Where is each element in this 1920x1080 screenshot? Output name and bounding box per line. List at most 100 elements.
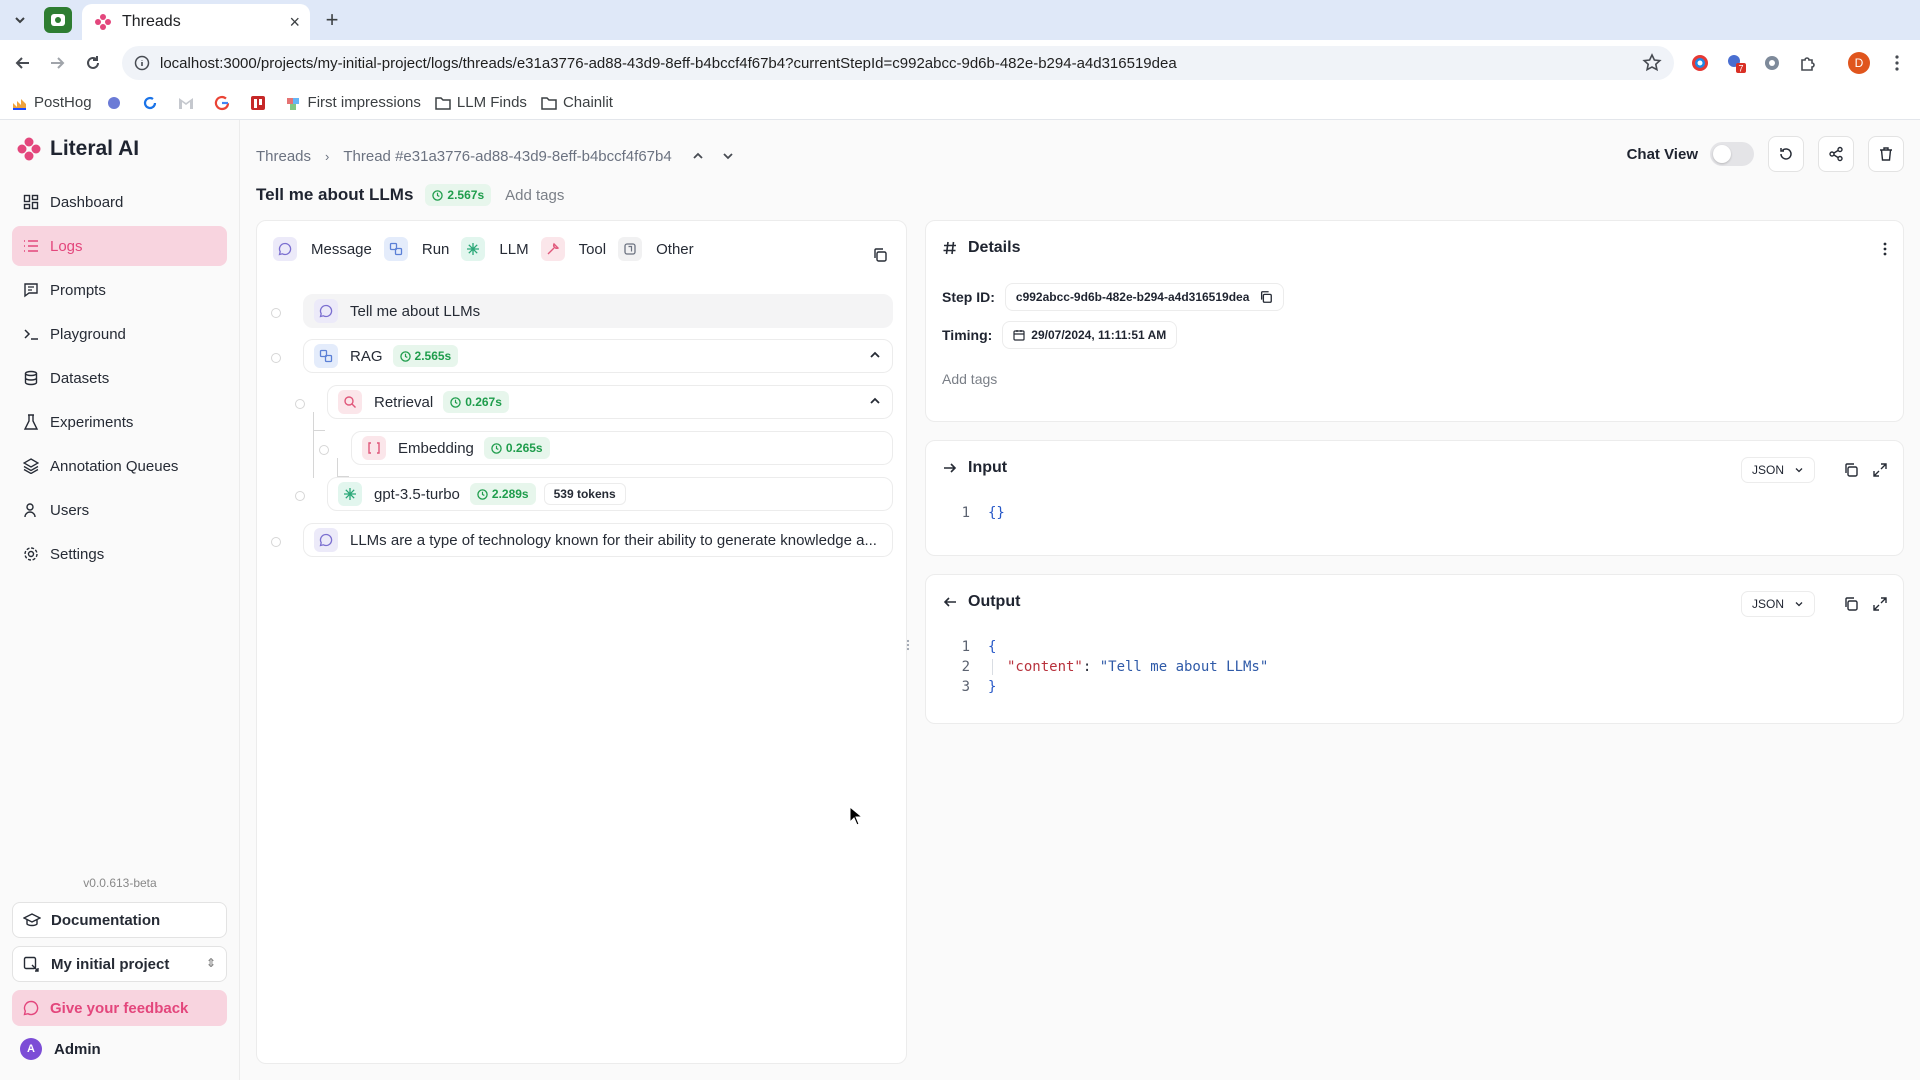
copy-icon[interactable] — [1259, 290, 1273, 304]
extension-badge-icon[interactable]: 7 — [1723, 50, 1749, 76]
back-button[interactable] — [8, 48, 38, 78]
bookmark-red[interactable] — [250, 95, 272, 111]
previous-thread-button[interactable] — [686, 144, 710, 168]
project-icon — [23, 955, 41, 973]
reload-button[interactable] — [78, 48, 108, 78]
output-code[interactable]: 1 { 2 "content": "Tell me about LLMs" 3 … — [942, 637, 1269, 697]
panel-resize-handle[interactable] — [905, 638, 911, 652]
user-name: Admin — [54, 1040, 101, 1058]
bookmark-llm-finds[interactable]: LLM Finds — [435, 94, 527, 111]
chevron-right-icon: › — [325, 148, 330, 164]
reload-icon — [87, 56, 99, 69]
posthog-icon — [12, 95, 28, 111]
next-thread-button[interactable] — [716, 144, 740, 168]
browser-tab-strip: Threads × + — [0, 0, 1920, 40]
details-card: Details Step ID: c992abcc-9d6b-482e-b294… — [925, 220, 1904, 422]
site-info-icon[interactable] — [134, 55, 150, 71]
step-dot — [271, 537, 281, 547]
documentation-button[interactable]: Documentation — [12, 902, 227, 938]
nav-item-prompts[interactable]: Prompts — [12, 270, 227, 310]
nav-item-logs[interactable]: Logs — [12, 226, 227, 266]
chevron-up-icon[interactable] — [868, 348, 882, 366]
main-nav: Dashboard Logs Prompts Playground Datase… — [12, 182, 227, 578]
more-options-icon[interactable] — [1883, 241, 1887, 262]
bookmark-app-1[interactable] — [106, 95, 128, 111]
user-menu[interactable]: A Admin — [20, 1038, 101, 1060]
input-format-select[interactable]: JSON — [1740, 457, 1815, 483]
bookmark-chainlit[interactable]: Chainlit — [541, 94, 613, 111]
feedback-button[interactable]: Give your feedback — [12, 990, 227, 1026]
forward-button[interactable] — [42, 48, 72, 78]
filter-other[interactable]: Other — [618, 237, 694, 261]
tree-step-message[interactable]: LLMs are a type of technology known for … — [303, 523, 893, 557]
output-format-select[interactable]: JSON — [1740, 591, 1815, 617]
new-tab-button[interactable]: + — [318, 7, 346, 33]
app-root: Literal AI Dashboard Logs Prompts Playgr… — [0, 120, 1920, 1080]
nav-item-dashboard[interactable]: Dashboard — [12, 182, 227, 222]
expand-icon[interactable] — [1873, 463, 1887, 477]
bookmark-first-impressions[interactable]: First impressions — [286, 94, 421, 111]
add-tags-button[interactable]: Add tags — [505, 187, 564, 204]
flask-icon — [22, 413, 40, 431]
close-tab-icon[interactable]: × — [289, 12, 300, 33]
copy-icon[interactable] — [1843, 462, 1859, 478]
run-icon — [314, 344, 338, 368]
nav-item-annotation-queues[interactable]: Annotation Queues — [12, 446, 227, 486]
tree-step-retrieval[interactable]: Retrieval 0.267s — [327, 385, 893, 419]
bookmark-posthog[interactable]: PostHog — [12, 94, 92, 111]
filter-tool[interactable]: Tool — [540, 237, 606, 261]
copy-icon[interactable] — [1843, 596, 1859, 612]
refresh-button[interactable] — [1768, 136, 1804, 172]
duration-badge: 0.267s — [443, 391, 509, 413]
profile-avatar[interactable]: D — [1848, 52, 1870, 74]
chevron-down-icon — [1794, 465, 1804, 475]
input-header[interactable]: Input — [942, 459, 1007, 477]
duration-badge: 2.567s — [425, 184, 492, 206]
project-selector[interactable]: My initial project ⇕ — [12, 946, 227, 982]
nav-item-settings[interactable]: Settings — [12, 534, 227, 574]
nav-item-users[interactable]: Users — [12, 490, 227, 530]
bookmark-gmail[interactable] — [178, 95, 200, 111]
tree-connector — [313, 430, 325, 431]
tree-step-run[interactable]: RAG 2.565s — [303, 339, 893, 373]
extension-color-icon[interactable] — [1687, 50, 1713, 76]
address-bar[interactable]: localhost:3000/projects/my-initial-proje… — [122, 46, 1674, 80]
chevron-up-icon[interactable] — [868, 394, 882, 412]
filter-message[interactable]: Message — [273, 237, 372, 261]
details-add-tags-button[interactable]: Add tags — [942, 371, 997, 387]
expand-icon[interactable] — [1873, 597, 1887, 611]
nav-item-playground[interactable]: Playground — [12, 314, 227, 354]
browser-menu-icon[interactable] — [1884, 50, 1910, 76]
chat-view-toggle[interactable] — [1710, 142, 1754, 166]
extension-shield-icon[interactable] — [1759, 50, 1785, 76]
bookmark-star-icon[interactable] — [1642, 53, 1662, 78]
nav-item-experiments[interactable]: Experiments — [12, 402, 227, 442]
tree-step-message[interactable]: Tell me about LLMs — [303, 294, 893, 328]
step-dot — [271, 353, 281, 363]
trash-icon — [1880, 147, 1892, 161]
app-logo[interactable]: Literal AI — [16, 136, 139, 162]
extensions-puzzle-icon[interactable] — [1795, 50, 1821, 76]
filter-run[interactable]: Run — [383, 237, 449, 261]
calendar-icon — [1013, 329, 1025, 341]
copy-icon[interactable] — [872, 247, 888, 268]
bookmark-google[interactable] — [214, 95, 236, 111]
delete-button[interactable] — [1868, 136, 1904, 172]
filter-llm[interactable]: LLM — [461, 237, 529, 261]
tree-step-llm[interactable]: gpt-3.5-turbo 2.289s 539 tokens — [327, 477, 893, 511]
tab-group-button[interactable] — [44, 7, 72, 33]
bookmark-app-2[interactable] — [142, 95, 164, 111]
input-code[interactable]: 1 {} — [942, 503, 1005, 523]
output-header[interactable]: Output — [942, 593, 1020, 611]
tab-search-button[interactable] — [6, 7, 34, 33]
browser-tab-active[interactable]: Threads × — [82, 4, 310, 40]
clock-icon — [399, 350, 411, 362]
tree-step-embedding[interactable]: Embedding 0.265s — [351, 431, 893, 465]
breadcrumb-threads[interactable]: Threads — [256, 148, 311, 165]
logs-icon — [22, 237, 40, 255]
share-button[interactable] — [1818, 136, 1854, 172]
message-icon — [314, 299, 338, 323]
nav-item-datasets[interactable]: Datasets — [12, 358, 227, 398]
refresh-icon — [1780, 148, 1792, 160]
step-dot — [295, 491, 305, 501]
